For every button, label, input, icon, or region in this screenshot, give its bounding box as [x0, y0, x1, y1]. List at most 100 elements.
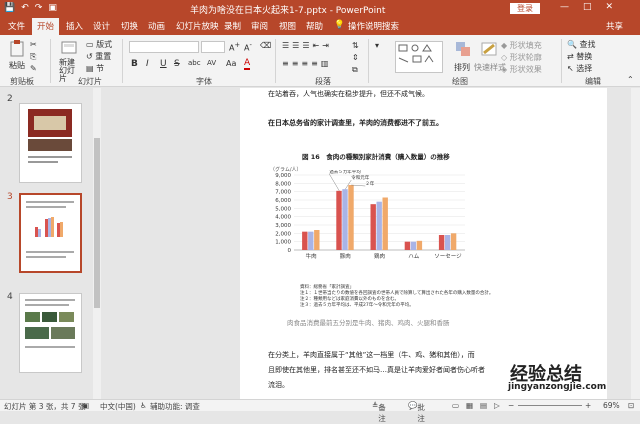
align-text-icon[interactable]: ⇕ [352, 53, 359, 62]
undo-icon[interactable]: ↶ [21, 3, 29, 13]
bar [410, 241, 417, 250]
replace-button[interactable]: ⇄ 替换 [567, 51, 592, 62]
quick-styles-icon[interactable] [480, 40, 498, 58]
change-case-button[interactable]: Aa [226, 59, 236, 68]
shape-dropdown-icon[interactable]: ▾ [375, 41, 379, 50]
notes-label: 备注 [378, 403, 386, 423]
title-bar: 💾 ↶ ↷ ▣ 羊肉为啥没在日本火起来1-7.pptx - PowerPoint… [0, 0, 640, 17]
smartart-icon[interactable]: ⧉ [352, 65, 358, 75]
char-spacing-button[interactable]: AV [207, 59, 216, 67]
share-button[interactable]: 共享 [606, 20, 623, 32]
tab-help[interactable]: 帮助 [306, 20, 323, 32]
find-button[interactable]: 🔍 查找 [567, 39, 596, 50]
slide-thumbnail-2[interactable] [19, 103, 82, 183]
tab-insert[interactable]: 插入 [66, 20, 83, 32]
thumbnail-scrollbar[interactable] [93, 88, 101, 399]
group-drawing: 绘图 [452, 77, 468, 86]
slideshow-view-icon[interactable]: ▷ [494, 401, 500, 410]
bar-chart: 0 1,000 2,000 3,000 4,000 5,000 6,000 7,000 8,00… [275, 170, 465, 260]
normal-view-icon[interactable]: ▭ [452, 401, 459, 410]
present-icon[interactable]: ▣ [48, 3, 57, 13]
legend-label: ２年 [365, 180, 374, 187]
collapse-ribbon-icon[interactable]: ⌃ [627, 75, 634, 84]
slide-thumbnail-4[interactable] [19, 293, 82, 373]
fit-slide-icon[interactable]: ⊡ [628, 401, 634, 410]
close-button[interactable]: ✕ [606, 2, 614, 12]
font-name-box[interactable] [129, 41, 199, 53]
zoom-in-icon[interactable]: + [585, 401, 591, 410]
zoom-out-icon[interactable]: − [508, 401, 514, 410]
align-buttons[interactable]: ≡≡≡≡▥ [282, 59, 331, 68]
strike-button[interactable]: S [174, 59, 180, 69]
slide-thumbnail-3[interactable] [19, 193, 82, 273]
grow-font-icon[interactable]: A+ [229, 41, 240, 53]
underline-button[interactable]: U [160, 59, 167, 69]
redo-icon[interactable]: ↷ [35, 3, 43, 13]
tab-review[interactable]: 审阅 [251, 20, 268, 32]
language-indicator[interactable]: 中文(中国) [100, 401, 136, 412]
slide-thumbnail-4-preview [25, 299, 75, 348]
y-tick-label: 4,000 [275, 215, 291, 221]
new-slide-icon[interactable] [60, 39, 78, 57]
tab-design[interactable]: 设计 [93, 20, 110, 32]
strikethrough-abc-button[interactable]: abc [188, 59, 201, 67]
shrink-font-icon[interactable]: A- [244, 41, 252, 53]
legend-label: 令和元年 [351, 174, 369, 181]
sorter-view-icon[interactable]: ▦ [466, 401, 473, 410]
text-direction-icon[interactable]: ⇅ [352, 41, 359, 50]
arrange-icon[interactable] [454, 40, 472, 58]
notes-button[interactable]: ≜ 备注 [372, 401, 386, 423]
reading-view-icon[interactable]: ▤ [480, 401, 487, 410]
paste-icon[interactable] [8, 39, 26, 57]
y-tick-label: 8,000 [275, 181, 291, 187]
bar [404, 241, 411, 250]
tab-transitions[interactable]: 切换 [121, 20, 138, 32]
slide[interactable]: 在站着吞，人气也确实在稳步提升，但还不成气候。 在日本总务省的家计调查里，羊肉的… [240, 88, 607, 399]
tab-file[interactable]: 文件 [8, 20, 25, 32]
format-painter-icon[interactable]: ✎ [30, 64, 37, 73]
arrange-label[interactable]: 排列 [454, 62, 470, 73]
font-size-box[interactable] [201, 41, 225, 53]
minimize-button[interactable]: — [560, 2, 569, 12]
thumbnail-scrollbar-thumb[interactable] [94, 138, 100, 308]
shapes-gallery-icons [398, 44, 434, 63]
reset-label: 重置 [95, 52, 112, 61]
separator [50, 39, 51, 83]
tab-slideshow[interactable]: 幻灯片放映 [176, 20, 219, 32]
copy-icon[interactable]: ⎘ [30, 52, 36, 62]
clear-format-icon[interactable]: ⌫ [260, 41, 271, 50]
accessibility-status[interactable]: 辅助功能: 调查 [150, 401, 200, 412]
legend-leader-line [329, 173, 340, 191]
slide-scrollbar[interactable] [631, 88, 640, 399]
list-buttons[interactable]: ☰☰☰⇤⇥ [282, 41, 332, 50]
spellcheck-icon[interactable]: ▣ [82, 401, 89, 410]
shapes-gallery[interactable] [395, 41, 443, 73]
group-slides: 幻灯片 [78, 77, 102, 86]
font-color-button[interactable]: A [244, 59, 251, 70]
tell-me-search[interactable]: 操作说明搜索 [348, 20, 399, 32]
layout-button[interactable]: ▭ 版式 [86, 39, 112, 50]
tab-view[interactable]: 视图 [279, 20, 296, 32]
comments-button[interactable]: 💬 批注 [408, 401, 425, 423]
bold-button[interactable]: B [131, 59, 138, 69]
shape-fill-button[interactable]: ◆ 形状填充 [501, 40, 542, 51]
tab-animations[interactable]: 动画 [148, 20, 165, 32]
tab-record[interactable]: 录制 [224, 20, 241, 32]
shape-outline-button[interactable]: ◇ 形状轮廓 [501, 52, 542, 63]
select-button[interactable]: ↖ 选择 [567, 63, 592, 74]
cut-icon[interactable]: ✂ [30, 40, 37, 49]
maximize-button[interactable]: □ [583, 2, 592, 12]
accessibility-icon[interactable]: ♿ [140, 401, 147, 410]
zoom-level[interactable]: 69% [603, 401, 620, 410]
save-icon[interactable]: 💾 [4, 3, 15, 13]
paste-label[interactable]: 粘贴 [9, 60, 25, 71]
section-button[interactable]: ▤ 节 [86, 63, 104, 74]
tab-home[interactable]: 开始 [32, 18, 60, 35]
lightbulb-icon: 💡 [334, 20, 345, 30]
reset-button[interactable]: ↺ 重置 [86, 51, 111, 62]
login-button[interactable]: 登录 [510, 3, 540, 14]
italic-button[interactable]: I [146, 59, 149, 69]
shape-effect-button[interactable]: ◈ 形状效果 [501, 64, 542, 75]
zoom-slider[interactable] [518, 405, 582, 406]
bar [370, 204, 376, 250]
